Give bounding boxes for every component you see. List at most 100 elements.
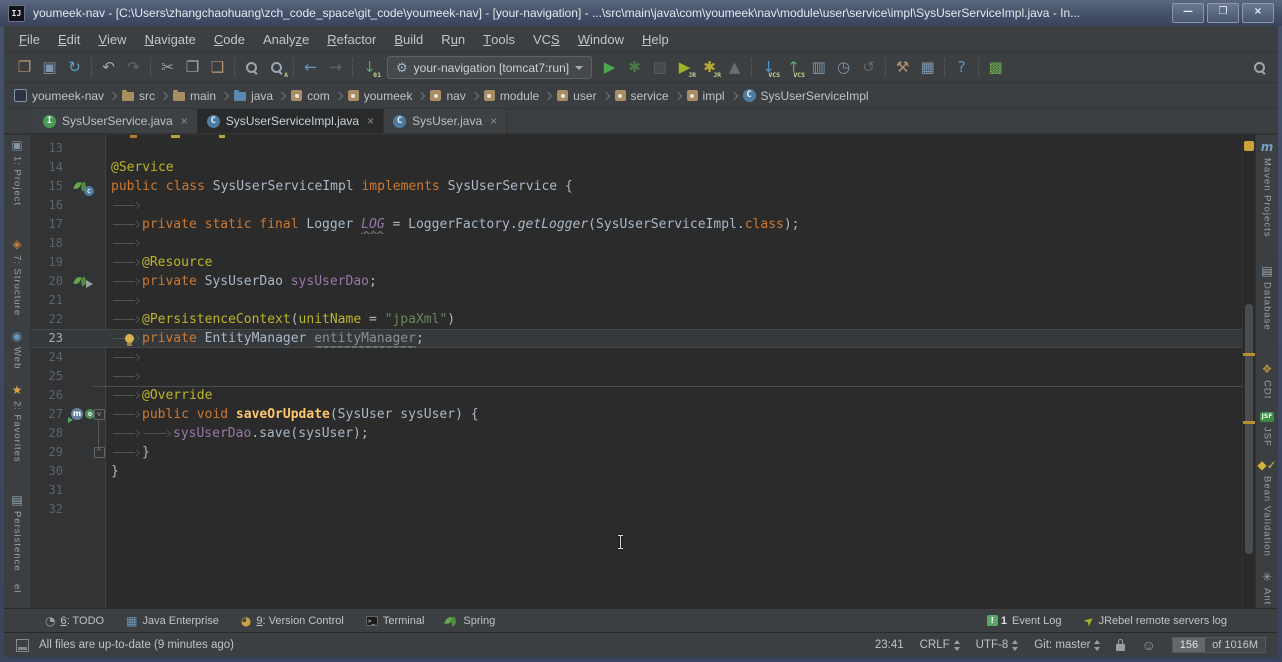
menu-vcs[interactable]: VCS <box>524 26 569 52</box>
forward-icon[interactable]: → <box>323 56 348 79</box>
tool-button-bean-validation[interactable]: ◆✓Bean Validation <box>1257 459 1276 557</box>
code-text[interactable]: private EntityManager entityManager; <box>105 329 1242 348</box>
menu-build[interactable]: Build <box>385 26 432 52</box>
tool-button-jsf[interactable]: JSFJSF <box>1260 412 1275 447</box>
code-text[interactable]: } <box>105 462 1242 481</box>
changes-icon[interactable]: ▥ <box>806 56 831 79</box>
menu-view[interactable]: View <box>89 26 135 52</box>
tool-button-2-favorites[interactable]: ★2: Favorites <box>12 384 23 463</box>
jrebel-run-icon[interactable]: ▶JR <box>672 56 697 79</box>
code-text[interactable]: } <box>105 443 1242 462</box>
intention-bulb-icon[interactable] <box>125 334 134 343</box>
breadcrumb-module[interactable]: module <box>484 89 539 103</box>
code-text[interactable]: private SysUserDao sysUserDao; <box>105 272 1242 291</box>
menu-navigate[interactable]: Navigate <box>136 26 205 52</box>
status-cursor-position[interactable]: 23:41 <box>875 639 904 651</box>
code-editor[interactable]: 1314@Service15cpublic class SysUserServi… <box>31 135 1242 608</box>
breadcrumb-user[interactable]: user <box>557 89 596 103</box>
tool-button-terminal[interactable]: >_Terminal <box>355 615 436 627</box>
find-icon[interactable] <box>239 56 264 79</box>
rollback-icon[interactable]: ↺ <box>856 56 881 79</box>
copy-icon[interactable]: ❐ <box>180 56 205 79</box>
jrebel-debug-icon[interactable]: ✱JR <box>697 56 722 79</box>
breadcrumb-nav[interactable]: nav <box>430 89 465 103</box>
fold-marker-collapse[interactable]: v <box>94 409 105 420</box>
warning-stripe-mark[interactable] <box>1243 421 1255 424</box>
menu-tools[interactable]: Tools <box>474 26 524 52</box>
breadcrumb-impl[interactable]: impl <box>687 89 725 103</box>
project-structure-icon[interactable]: ▦ <box>915 56 940 79</box>
tool-button-jrebel-remote-servers-log[interactable]: ➤JRebel remote servers log <box>1073 615 1238 627</box>
tool-button-database[interactable]: ▤Database <box>1261 265 1272 331</box>
run-icon[interactable]: ▶ <box>597 56 622 79</box>
save-icon[interactable]: ▣ <box>37 56 62 79</box>
tool-button-el[interactable]: el <box>12 584 23 593</box>
undo-icon[interactable]: ↶ <box>96 56 121 79</box>
highlighting-level-icon[interactable]: ☺ <box>1141 638 1155 652</box>
minimize-button[interactable]: — <box>1172 3 1204 23</box>
synchronize-icon[interactable]: ↻ <box>62 56 87 79</box>
breadcrumb-main[interactable]: main <box>173 89 216 103</box>
editor-scrollbar[interactable] <box>1242 135 1255 608</box>
coverage-icon[interactable]: ▨ <box>647 56 672 79</box>
close-icon[interactable]: × <box>490 114 497 128</box>
attach-profiler-icon[interactable]: ▲ <box>722 56 747 79</box>
help-icon[interactable]: ? <box>949 56 974 79</box>
menu-refactor[interactable]: Refactor <box>318 26 385 52</box>
recent-changes-icon[interactable]: ◷ <box>831 56 856 79</box>
memory-indicator[interactable]: 156 of 1016M <box>1172 637 1266 653</box>
code-text[interactable]: @Service <box>105 158 1242 177</box>
run-configuration-combo[interactable]: ⚙your-navigation [tomcat7:run] <box>387 56 592 79</box>
tool-button-6-todo[interactable]: ◔6: TODO <box>34 615 115 627</box>
tool-button-7-structure[interactable]: ◈7: Structure <box>12 238 23 316</box>
vcs-commit-icon[interactable]: ↑VCS <box>781 56 806 79</box>
code-text[interactable] <box>105 348 1242 367</box>
code-text[interactable] <box>105 234 1242 253</box>
warning-stripe-mark[interactable] <box>1243 353 1255 356</box>
tool-button-9-version-control[interactable]: ◕9: Version Control <box>230 615 355 627</box>
code-text[interactable] <box>105 291 1242 310</box>
tool-button-web[interactable]: ◉Web <box>12 330 23 369</box>
menu-code[interactable]: Code <box>205 26 254 52</box>
breadcrumb-service[interactable]: service <box>615 89 669 103</box>
status-vcs-branch[interactable]: Git: master <box>1034 639 1100 651</box>
tool-button-ant[interactable]: ✳Ant <box>1262 571 1273 605</box>
tool-button-spring[interactable]: Spring <box>435 615 506 627</box>
replace-icon[interactable]: A <box>264 56 289 79</box>
menu-file[interactable]: File <box>10 26 49 52</box>
scrollbar-thumb[interactable] <box>1245 304 1253 554</box>
code-text[interactable]: @PersistenceContext(unitName = "jpaXml") <box>105 310 1242 329</box>
tool-button-maven-projects[interactable]: mMaven Projects <box>1261 141 1274 237</box>
settings-icon[interactable]: ⚒ <box>890 56 915 79</box>
code-text[interactable]: public void saveOrUpdate(SysUser sysUser… <box>105 405 1242 424</box>
paste-icon[interactable]: ❑ <box>205 56 230 79</box>
breadcrumb-src[interactable]: src <box>122 89 155 103</box>
vcs-update-icon[interactable]: ↓VCS <box>756 56 781 79</box>
breadcrumb-sysuserserviceimpl[interactable]: CSysUserServiceImpl <box>743 89 869 103</box>
open-icon[interactable]: ❐ <box>12 56 37 79</box>
code-text[interactable] <box>105 196 1242 215</box>
breadcrumb-java[interactable]: java <box>234 89 273 103</box>
editor-tab-sysuser.java[interactable]: CSysUser.java× <box>384 109 507 133</box>
editor-tab-sysuserserviceimpl.java[interactable]: CSysUserServiceImpl.java× <box>198 109 384 133</box>
close-icon[interactable]: × <box>367 114 374 128</box>
compare-icon[interactable]: ↓01 <box>357 56 382 79</box>
maximize-button[interactable]: ❐ <box>1207 3 1239 23</box>
breadcrumb-youmeek[interactable]: youmeek <box>348 89 413 103</box>
lock-icon[interactable] <box>1116 644 1125 651</box>
error-stripe-status-icon[interactable] <box>1244 141 1254 151</box>
code-text[interactable]: @Resource <box>105 253 1242 272</box>
tool-button-event-log[interactable]: !1Event Log <box>976 615 1073 627</box>
search-everywhere-icon[interactable] <box>1247 56 1272 79</box>
code-text[interactable] <box>105 367 1242 386</box>
menu-window[interactable]: Window <box>569 26 633 52</box>
close-icon[interactable]: × <box>181 114 188 128</box>
toolwindow-toggle-icon[interactable] <box>16 639 29 652</box>
menu-edit[interactable]: Edit <box>49 26 89 52</box>
cut-icon[interactable]: ✂ <box>155 56 180 79</box>
code-text[interactable]: @Override <box>105 386 1242 405</box>
breadcrumb-youmeek-nav[interactable]: youmeek-nav <box>14 89 104 103</box>
fold-marker-end[interactable]: ^ <box>94 447 105 458</box>
editor-tab-sysuserservice.java[interactable]: ISysUserService.java× <box>34 109 198 133</box>
code-text[interactable]: private static final Logger LOG = Logger… <box>105 215 1242 234</box>
